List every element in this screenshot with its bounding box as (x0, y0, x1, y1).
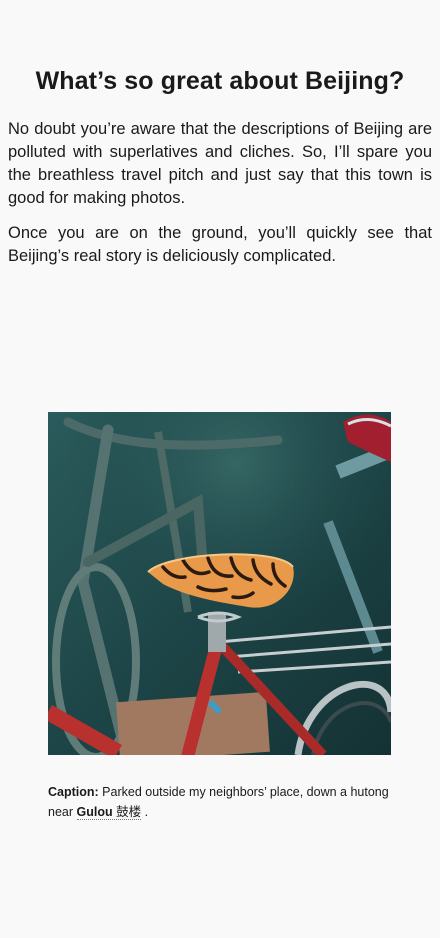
place-name: Gulou (76, 805, 113, 819)
article-title: What’s so great about Beijing? (35, 67, 405, 95)
caption-label: Caption: (48, 785, 99, 799)
bicycle-photo (48, 412, 391, 755)
place-hanzi: 鼓楼 (116, 805, 142, 819)
intro-paragraph: No doubt you’re aware that the descripti… (8, 120, 432, 207)
caption-end: . (144, 805, 149, 819)
gulou-link[interactable]: Gulou 鼓楼 (76, 805, 142, 820)
article: What’s so great about Beijing? No doubt … (0, 66, 440, 268)
second-paragraph: Once you are on the ground, you’ll quick… (8, 224, 432, 265)
photo-caption: Caption: Parked outside my neighbors’ pl… (48, 782, 394, 822)
